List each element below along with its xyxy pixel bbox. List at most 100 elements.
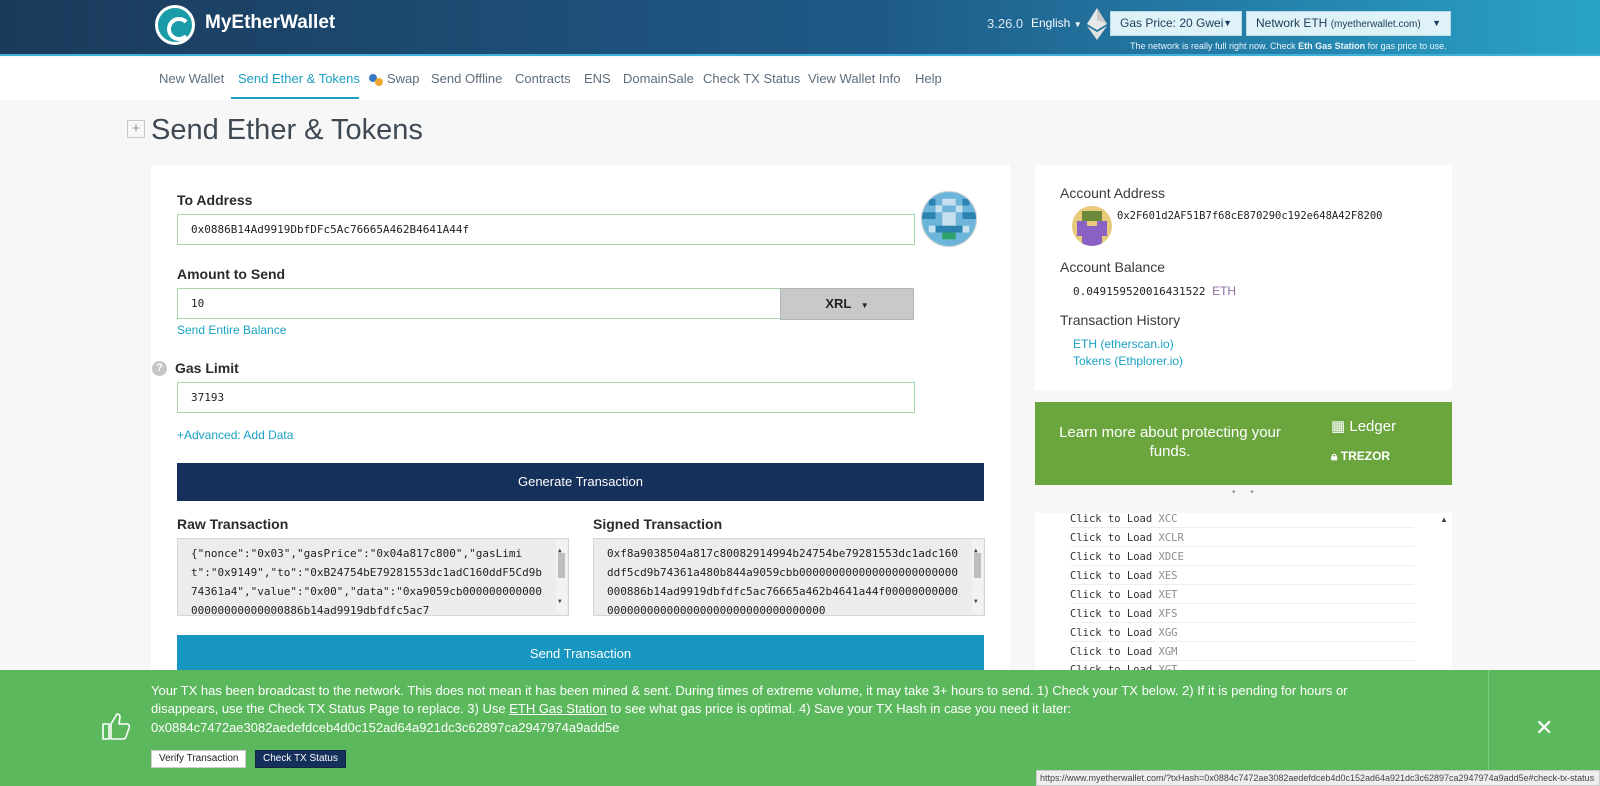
token-symbol: XFS [1158,608,1178,620]
nav-send-offline[interactable]: Send Offline [431,71,502,86]
advanced-add-data-link[interactable]: +Advanced: Add Data [177,428,293,442]
gas-limit-input[interactable]: 37193 [177,382,915,413]
row-divider [1070,641,1414,642]
token-row[interactable]: Click to Load XES [1070,570,1177,582]
signed-tx-scrollbar[interactable]: ▲ ▼ [972,540,983,614]
expand-toggle-icon[interactable]: + [127,120,145,138]
raw-transaction-textarea[interactable]: {"nonce":"0x03","gasPrice":"0x04a817c800… [177,538,569,616]
transaction-history-label: Transaction History [1060,312,1181,328]
scroll-down-icon[interactable]: ▼ [974,592,978,611]
row-divider [1070,527,1414,528]
ethplorer-link[interactable]: Tokens (Ethplorer.io) [1073,354,1183,368]
nav-new-wallet[interactable]: New Wallet [159,71,224,86]
token-symbol: XDCE [1158,551,1184,563]
row-divider [1070,565,1414,566]
carousel-dots[interactable]: • • [1232,487,1260,498]
click-to-load-label: Click to Load [1070,608,1153,620]
chevron-down-icon: ▼ [860,301,869,310]
notification-message: Your TX has been broadcast to the networ… [151,682,1371,718]
gas-price-dropdown[interactable]: Gas Price: 20 Gwei ▼ [1110,11,1242,36]
click-to-load-label: Click to Load [1070,551,1153,563]
etherscan-link[interactable]: ETH (etherscan.io) [1073,337,1174,351]
token-symbol: XCLR [1158,532,1184,544]
generate-transaction-button[interactable]: Generate Transaction [177,463,984,501]
scroll-thumb[interactable] [558,553,565,578]
nav-check-tx-status[interactable]: Check TX Status [703,71,800,86]
raw-tx-scrollbar[interactable]: ▲ ▼ [556,540,567,614]
ledger-icon: ▦ [1331,418,1346,435]
network-note: The network is really full right now. Ch… [1130,41,1447,51]
click-to-load-label: Click to Load [1070,570,1153,582]
check-tx-status-button[interactable]: Check TX Status [255,750,346,768]
token-row[interactable]: Click to Load XCC [1070,513,1177,525]
scroll-up-icon[interactable]: ▲ [1440,515,1448,524]
help-icon[interactable]: ? [152,361,167,376]
notification-divider [1488,670,1489,786]
raw-transaction-value: {"nonce":"0x03","gasPrice":"0x04a817c800… [191,547,542,616]
gas-limit-label: Gas Limit [175,360,239,376]
gas-price-label: Gas Price: 20 Gwei [1120,16,1224,30]
nav-view-wallet-info[interactable]: View Wallet Info [808,71,901,86]
nav-domainsale[interactable]: DomainSale [623,71,694,86]
nav-help[interactable]: Help [915,71,942,86]
account-balance: 0.049159520016431522 ETH [1073,284,1236,298]
row-divider [1070,546,1414,547]
header-bottom-line [0,54,1600,56]
mew-logo-icon[interactable] [155,5,195,45]
nav-swap[interactable]: Swap [387,71,420,86]
chevron-down-icon: ▼ [1073,20,1082,29]
token-row[interactable]: Click to Load XGG [1070,627,1177,639]
lock-icon: 🔒︎ [1331,449,1338,463]
scroll-thumb[interactable] [974,553,981,578]
click-to-load-label: Click to Load [1070,532,1153,544]
amount-label: Amount to Send [177,266,286,282]
to-address-input[interactable]: 0x0886B14Ad9919DbfDFc5Ac76665A462B4641A4… [177,214,915,245]
row-divider [1070,584,1414,585]
account-address-value: 0x2F601d2AF51B7f68cE870290c192e648A42F82… [1117,210,1383,222]
send-transaction-button[interactable]: Send Transaction [177,635,984,673]
row-divider [1070,660,1414,661]
token-row[interactable]: Click to Load XDCE [1070,551,1184,563]
amount-input[interactable]: 10 [177,288,782,319]
language-dropdown[interactable]: English ▼ [1031,16,1082,30]
send-entire-balance-link[interactable]: Send Entire Balance [177,323,286,337]
account-identicon-icon [1072,206,1112,246]
note-prefix: The network is really full right now. Ch… [1130,41,1296,51]
close-icon[interactable]: ✕ [1535,715,1553,741]
ledger-logo[interactable]: ▦ Ledger [1331,417,1396,435]
main-nav: New Wallet Send Ether & Tokens Swap Send… [0,58,1600,100]
verify-transaction-button[interactable]: Verify Transaction [151,750,247,768]
to-address-label: To Address [177,192,253,208]
scroll-down-icon[interactable]: ▼ [558,592,562,611]
token-select-button[interactable]: XRL ▼ [780,288,914,320]
network-host: (myetherwallet.com) [1330,19,1421,30]
nav-contracts[interactable]: Contracts [515,71,571,86]
signed-transaction-textarea[interactable]: 0xf8a9038504a817c80082914994b24754be7928… [593,538,985,616]
token-symbol: XET [1158,589,1178,601]
nav-ens[interactable]: ENS [584,71,611,86]
token-symbol: XGG [1158,627,1178,639]
to-address-identicon-icon [921,191,977,247]
note-suffix: for gas price to use. [1367,41,1447,51]
token-symbol: XGM [1158,646,1178,658]
row-divider [1070,603,1414,604]
token-symbol: XES [1158,570,1178,582]
account-balance-label: Account Balance [1060,259,1166,275]
thumbs-up-icon [102,713,131,740]
token-row[interactable]: Click to Load XET [1070,589,1177,601]
account-balance-value: 0.049159520016431522 [1073,285,1206,298]
token-row[interactable]: Click to Load XGM [1070,646,1177,658]
brand-name[interactable]: MyEtherWallet [205,12,335,34]
row-divider [1070,622,1414,623]
token-row[interactable]: Click to Load XFS [1070,608,1177,620]
nav-send-ether-tokens[interactable]: Send Ether & Tokens [238,71,360,86]
click-to-load-label: Click to Load [1070,646,1153,658]
network-dropdown[interactable]: Network ETH (myetherwallet.com) ▼ [1246,11,1451,36]
trezor-logo[interactable]: 🔒︎ TREZOR [1331,449,1390,464]
click-to-load-label: Click to Load [1070,513,1153,525]
raw-transaction-label: Raw Transaction [177,516,289,532]
eth-gas-station-link[interactable]: Eth Gas Station [1298,41,1365,51]
token-row[interactable]: Click to Load XCLR [1070,532,1184,544]
eth-gas-station-link[interactable]: ETH Gas Station [509,701,607,716]
account-balance-unit: ETH [1212,284,1237,298]
